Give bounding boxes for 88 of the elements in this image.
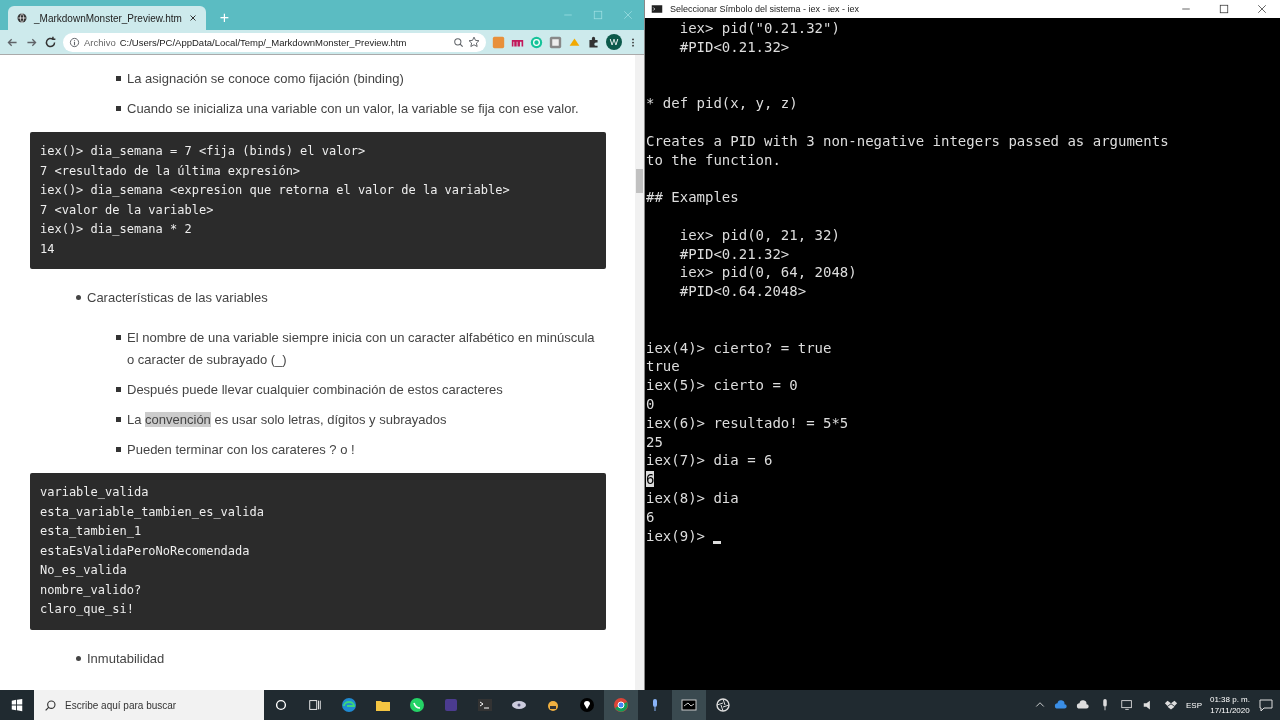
profile-avatar[interactable]: W xyxy=(606,34,622,50)
cloud-icon[interactable] xyxy=(1075,698,1090,712)
terminal-line: ## Examples xyxy=(646,189,739,206)
info-icon xyxy=(69,36,80,48)
code-line: iex()> dia_semana <expresion que retorna el valor de la variable> xyxy=(40,182,511,199)
cloud-icon[interactable] xyxy=(1053,698,1068,712)
list-item-text: Después puede llevar cualquier combinación de estos caracteres xyxy=(127,381,503,399)
window-title: Seleccionar Símbolo del sistema - iex - iex - iex xyxy=(670,4,860,14)
puzzle-icon[interactable] xyxy=(587,35,600,49)
scrollbar-thumb[interactable] xyxy=(636,169,643,193)
list-item-text: La convención es usar solo letras, dígitos y subrayados xyxy=(127,411,447,429)
globe-icon xyxy=(16,12,28,24)
network-icon[interactable] xyxy=(1119,698,1134,712)
bullet-icon xyxy=(116,335,121,340)
security-label: Archivo xyxy=(84,36,116,48)
bullet-icon xyxy=(76,295,81,300)
start-icon[interactable] xyxy=(10,698,24,712)
code-line: 14 xyxy=(40,240,56,258)
terminal-line: iex> pid(0, 21, 32) xyxy=(678,226,840,243)
taskbar-search[interactable]: Escribe aquí para buscar xyxy=(34,690,264,720)
chrome-icon[interactable] xyxy=(613,697,629,713)
cortana-icon[interactable] xyxy=(274,698,288,712)
code-line: 7 <valor de la variable> xyxy=(40,201,215,219)
terminal-icon[interactable] xyxy=(681,697,697,713)
maximize-icon[interactable] xyxy=(1218,3,1230,15)
code-line: iex()> dia_semana * 2 xyxy=(40,221,193,238)
browser-tab[interactable]: _MarkdownMonster_Preview.htm xyxy=(8,6,206,30)
code-line: variable_valida xyxy=(40,484,150,501)
terminal-line: 25 xyxy=(646,433,663,450)
terminal-line: #PID<0.64.2048> xyxy=(678,283,807,300)
extension-icon[interactable] xyxy=(549,35,562,49)
terminal-line: iex(7)> dia = 6 xyxy=(646,452,773,469)
notification-icon[interactable] xyxy=(1258,697,1274,713)
whatsapp-icon[interactable] xyxy=(409,697,425,713)
address-bar[interactable]: Archivo C:/Users/PC/AppData/Local/Temp/_MarkdownMonster_Preview.htm xyxy=(63,32,486,52)
terminal-line: true xyxy=(646,358,680,375)
search-icon xyxy=(44,698,57,712)
terminal-line: iex(8)> dia xyxy=(646,489,739,506)
terminal-line: #PID<0.21.32> xyxy=(678,245,790,262)
terminal-line: Creates a PID with 3 non-negative integers passed as arguments xyxy=(646,132,1169,149)
task-view-icon[interactable] xyxy=(308,698,322,712)
terminal-icon xyxy=(650,3,664,15)
code-line: No_es_valida xyxy=(40,562,128,579)
bullet-icon xyxy=(116,447,121,452)
terminal-line: iex(6)> resultado! = 5*5 xyxy=(646,414,849,431)
code-line: estaEsValidaPeroNoRecomendada xyxy=(40,542,251,560)
edge-icon[interactable] xyxy=(341,697,357,713)
list-item-text: El nombre de una variable siempre inicia con un caracter alfabético en minúscula o caracter de subrayado (_) xyxy=(127,329,596,369)
language-indicator[interactable]: ESP xyxy=(1185,700,1202,710)
dropbox-icon[interactable] xyxy=(1163,698,1178,712)
list-item-text: Inmutabilidad xyxy=(87,649,165,668)
text-cursor xyxy=(713,540,721,544)
close-icon[interactable] xyxy=(1256,3,1268,15)
terminal-line: 0 xyxy=(646,395,655,412)
list-item-text: Cuando se inicializa una variable con un valor, la variable se fija con ese valor. xyxy=(127,100,579,118)
terminal-line: #PID<0.21.32> xyxy=(678,38,790,55)
star-icon[interactable] xyxy=(468,36,480,48)
clock-date[interactable]: 17/11/2020 xyxy=(1210,705,1250,716)
terminal-prompt: iex(9)> xyxy=(646,527,705,544)
terminal-line: iex(5)> cierto = 0 xyxy=(646,377,798,394)
code-line: 7 <resultado de la última expresión> xyxy=(40,162,302,180)
code-line: nombre_valido? xyxy=(40,581,143,599)
terminal-line: iex> pid(0, 64, 2048) xyxy=(678,264,857,281)
clock-time[interactable]: 01:38 p. m. xyxy=(1209,694,1250,705)
terminal-line: to the function. xyxy=(646,151,781,168)
terminal-line: iex> pid("0.21.32") xyxy=(678,20,840,36)
code-line: iex()> dia_semana = 7 <fija (binds) el valor> xyxy=(40,143,367,160)
map-pin-icon[interactable] xyxy=(579,697,595,713)
aperture-icon[interactable] xyxy=(715,697,731,713)
terminal-icon[interactable] xyxy=(477,697,493,713)
bullet-icon xyxy=(116,417,121,422)
zoom-icon[interactable] xyxy=(453,36,464,48)
code-line: esta_variable_tambien_es_valida xyxy=(40,503,265,521)
list-item-text: Pueden terminar con los carateres ? o ! xyxy=(127,441,355,459)
reload-icon[interactable] xyxy=(44,35,57,49)
code-line: esta_tambien_1 xyxy=(40,523,143,540)
list-item-text: La asignación se conoce como fijación (binding) xyxy=(127,70,404,88)
bullet-icon xyxy=(116,106,121,111)
terminal-line: iex(4)> cierto? = true xyxy=(646,339,832,356)
bullet-icon xyxy=(116,387,121,392)
list-item-text: Características de las variables xyxy=(87,289,268,307)
terminal-line: * def pid(x, y, z) xyxy=(646,95,798,112)
url-text: C:/Users/PC/AppData/Local/Temp/_MarkdownMonster_Preview.htm xyxy=(119,36,408,48)
close-icon[interactable] xyxy=(187,13,198,23)
bullet-icon xyxy=(76,655,81,661)
terminal-line: 6 xyxy=(646,508,655,525)
bullet-icon xyxy=(116,76,121,81)
code-line: claro_que_si! xyxy=(40,601,135,618)
